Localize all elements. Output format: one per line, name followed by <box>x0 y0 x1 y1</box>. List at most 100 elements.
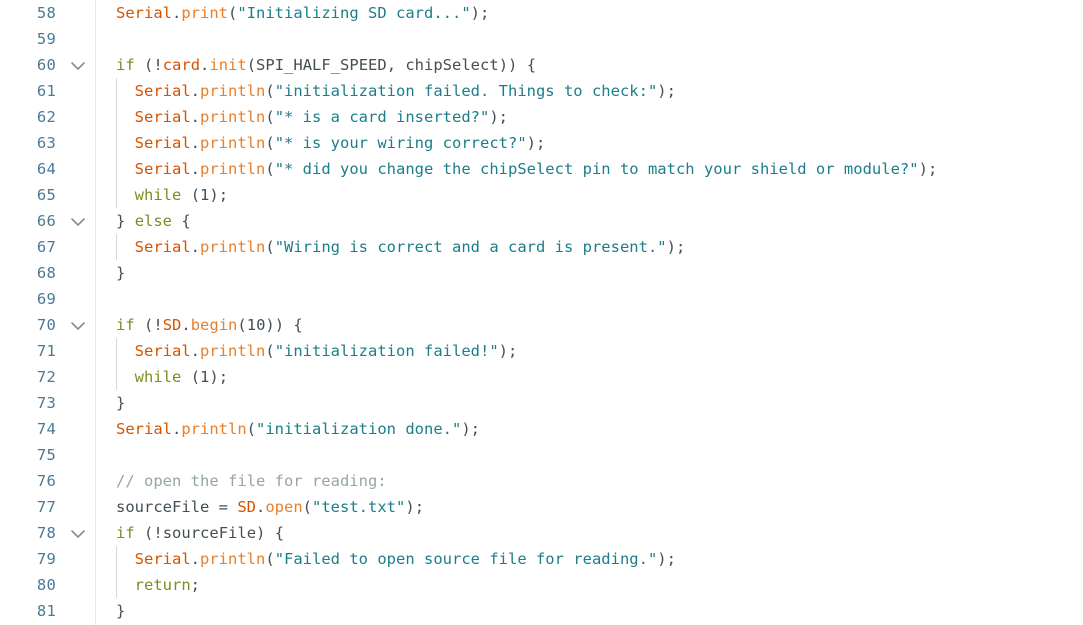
code-token: 1 <box>200 368 210 386</box>
line-number: 63 <box>36 134 56 152</box>
gutter-row: 73 <box>0 390 96 416</box>
code-token: ( <box>265 82 275 100</box>
line-number: 60 <box>36 56 56 74</box>
gutter-row: 75 <box>0 442 96 468</box>
chevron-down-icon[interactable] <box>68 312 88 338</box>
gutter-row: 77 <box>0 494 96 520</box>
line-number: 62 <box>36 108 56 126</box>
code-line[interactable] <box>116 26 1083 52</box>
code-line[interactable]: if (!sourceFile) { <box>116 520 1083 546</box>
code-token: . <box>190 82 201 100</box>
code-line-text: if (!sourceFile) { <box>116 520 284 546</box>
gutter-row: 59 <box>0 26 96 52</box>
code-line[interactable]: if (!card.init(SPI_HALF_SPEED, chipSelec… <box>116 52 1083 78</box>
line-number: 59 <box>36 30 56 48</box>
code-line[interactable]: Serial.println("Wiring is correct and a … <box>116 234 1083 260</box>
code-line[interactable]: return; <box>116 572 1083 598</box>
code-line[interactable]: Serial.print("Initializing SD card..."); <box>116 0 1083 26</box>
code-token: open <box>265 498 303 516</box>
code-line[interactable]: } <box>116 598 1083 624</box>
indent-guide <box>116 156 117 182</box>
code-line[interactable]: Serial.println("initialization done."); <box>116 416 1083 442</box>
code-line-text: Serial.println("* did you change the chi… <box>116 156 938 182</box>
code-token: println <box>200 134 266 152</box>
code-token: if <box>116 524 135 542</box>
code-token: Serial <box>134 238 191 256</box>
code-line[interactable]: while (1); <box>116 182 1083 208</box>
indent-guide <box>116 546 117 572</box>
code-line[interactable]: Serial.println("* is a card inserted?"); <box>116 104 1083 130</box>
code-token: . <box>172 420 182 438</box>
code-token: ) <box>526 134 536 152</box>
code-token: Serial <box>134 108 191 126</box>
code-token: ( <box>265 342 275 360</box>
line-number: 74 <box>36 420 56 438</box>
code-line-text: Serial.println("Failed to open source fi… <box>116 546 676 572</box>
code-line-list: Serial.print("Initializing SD card...");… <box>116 0 1083 624</box>
code-line[interactable]: } <box>116 260 1083 286</box>
code-token: begin <box>190 316 238 334</box>
code-token: ) <box>461 420 471 438</box>
gutter-row: 60 <box>0 52 96 78</box>
code-token: ( <box>237 316 247 334</box>
code-line-text: } <box>116 390 125 416</box>
code-token: )) <box>265 316 285 334</box>
code-editor-viewport[interactable]: 58 59 60 61 62 63 64 65 66 67 68 69 70 71 72 73 74 75 76 77… <box>0 0 1083 625</box>
code-token: } <box>116 394 126 412</box>
code-token: println <box>200 238 266 256</box>
code-token: "* did you change the chipSelect pin to … <box>274 160 919 178</box>
gutter-row: 61 <box>0 78 96 104</box>
code-token: ( <box>265 238 275 256</box>
code-line[interactable]: Serial.println("* is your wiring correct… <box>116 130 1083 156</box>
code-token: "test.txt" <box>312 498 406 516</box>
code-line[interactable]: if (!SD.begin(10)) { <box>116 312 1083 338</box>
code-line[interactable]: // open the file for reading: <box>116 468 1083 494</box>
code-token: ; <box>414 498 425 516</box>
code-content-area[interactable]: Serial.print("Initializing SD card...");… <box>116 0 1083 625</box>
code-line[interactable]: Serial.println("* did you change the chi… <box>116 156 1083 182</box>
code-token: init <box>209 56 247 74</box>
code-line[interactable]: } else { <box>116 208 1083 234</box>
code-token: . <box>190 550 201 568</box>
code-line[interactable]: } <box>116 390 1083 416</box>
code-token: . <box>200 56 210 74</box>
code-token: . <box>190 134 201 152</box>
indent-guide <box>116 364 117 390</box>
line-number: 73 <box>36 394 56 412</box>
code-token: sourceFile <box>162 524 257 542</box>
code-token: ; <box>666 550 676 568</box>
chevron-down-icon[interactable] <box>68 520 88 546</box>
code-token: ; <box>470 420 481 438</box>
code-token: ( <box>265 160 275 178</box>
code-token: { <box>181 212 191 230</box>
code-line[interactable] <box>116 286 1083 312</box>
code-token: println <box>200 82 266 100</box>
code-line[interactable]: sourceFile = SD.open("test.txt"); <box>116 494 1083 520</box>
line-number: 70 <box>36 316 56 334</box>
line-number: 81 <box>36 602 56 620</box>
code-token: "Failed to open source file for reading.… <box>274 550 658 568</box>
code-line-text: return; <box>116 572 200 598</box>
code-token: card <box>162 56 201 74</box>
line-number: 61 <box>36 82 56 100</box>
chevron-down-icon[interactable] <box>68 208 88 234</box>
code-line[interactable]: Serial.println("Failed to open source fi… <box>116 546 1083 572</box>
code-line[interactable] <box>116 442 1083 468</box>
gutter-row: 64 <box>0 156 96 182</box>
code-token: "initialization failed!" <box>274 342 499 360</box>
chevron-down-icon[interactable] <box>68 52 88 78</box>
code-line-text: Serial.print("Initializing SD card..."); <box>116 0 489 26</box>
code-line[interactable]: while (1); <box>116 364 1083 390</box>
code-token: println <box>200 550 266 568</box>
code-line[interactable]: Serial.println("initialization failed!")… <box>116 338 1083 364</box>
gutter-line-number-list: 58 59 60 61 62 63 64 65 66 67 68 69 70 71 72 73 74 75 76 77… <box>0 0 96 624</box>
code-line[interactable]: Serial.println("initialization failed. T… <box>116 78 1083 104</box>
indent-guide <box>116 182 117 208</box>
